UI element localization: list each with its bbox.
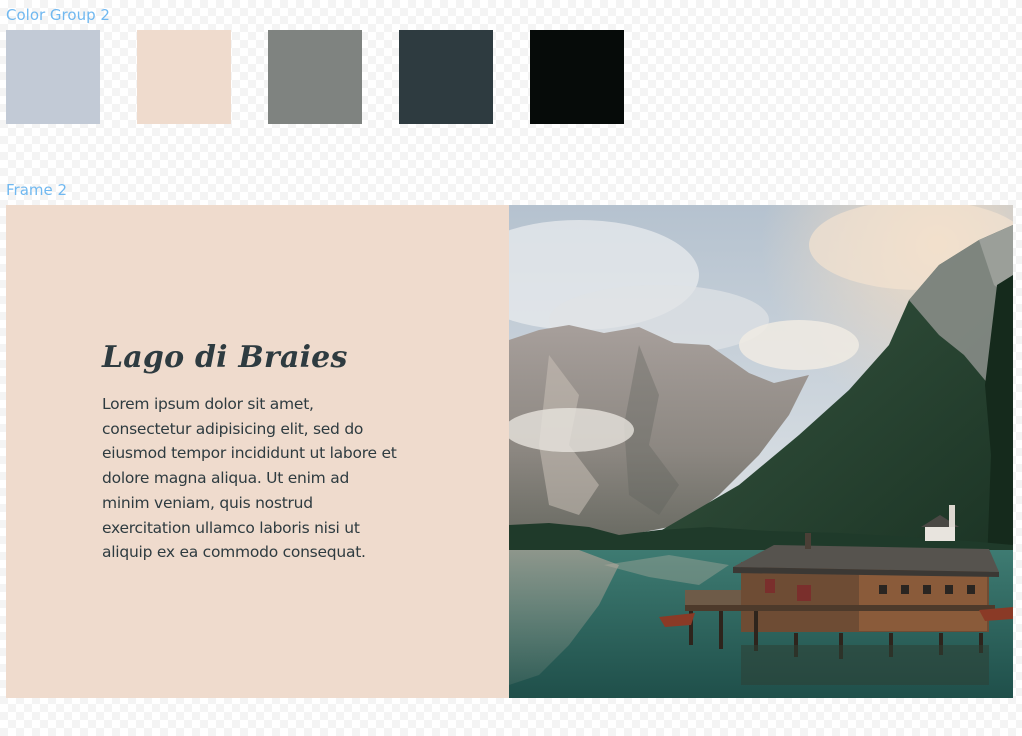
frame-artboard[interactable]: Lago di Braies Lorem ipsum dolor sit ame…	[6, 205, 1013, 698]
color-swatch[interactable]	[6, 30, 100, 124]
color-group-label[interactable]: Color Group 2	[6, 6, 110, 24]
color-swatch[interactable]	[399, 30, 493, 124]
color-swatch[interactable]	[137, 30, 231, 124]
frame-title: Lago di Braies	[102, 340, 348, 375]
text-panel: Lago di Braies Lorem ipsum dolor sit ame…	[6, 205, 509, 698]
color-swatch[interactable]	[530, 30, 624, 124]
lake-photo	[509, 205, 1013, 698]
frame-body-text: Lorem ipsum dolor sit amet, consectetur …	[102, 395, 397, 562]
color-swatch[interactable]	[268, 30, 362, 124]
frame-label[interactable]: Frame 2	[6, 181, 67, 199]
lake-photo-illustration	[509, 205, 1013, 698]
